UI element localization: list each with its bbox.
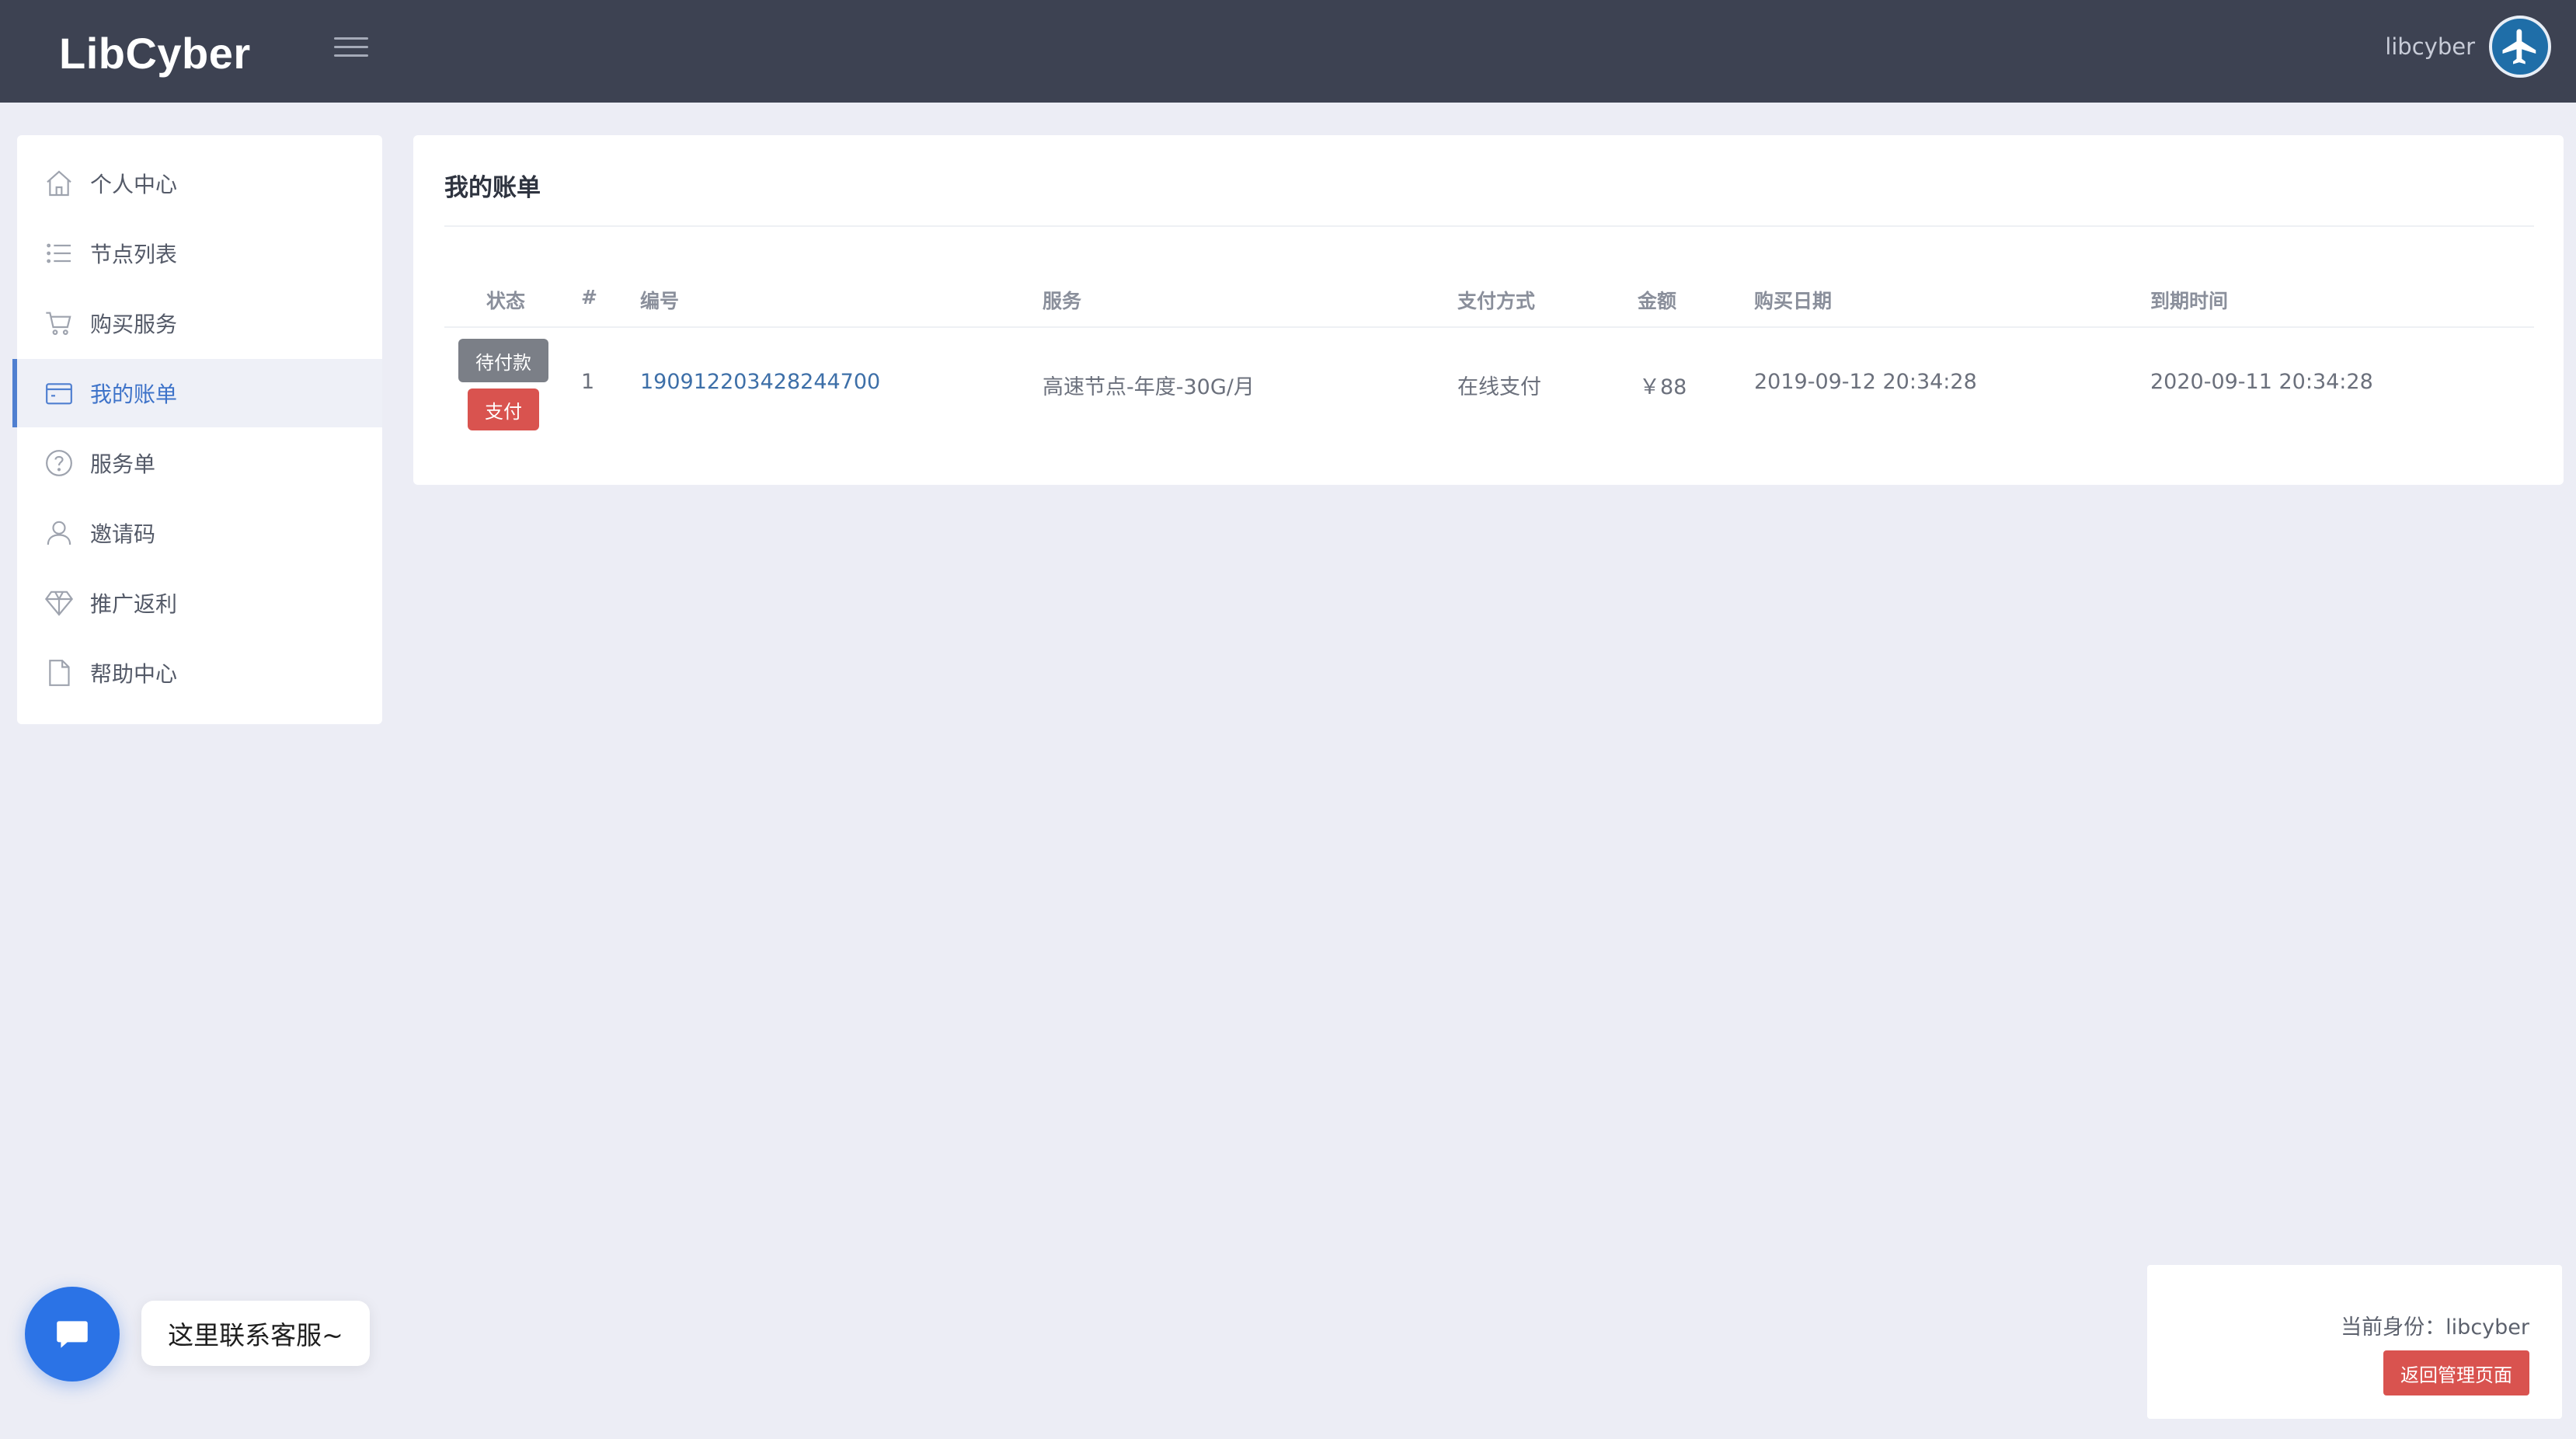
sidebar-item-label: 推广返利 [90,591,178,617]
user-icon [47,521,71,545]
return-admin-button[interactable]: 返回管理页面 [2383,1350,2529,1395]
question-icon [46,450,72,476]
sidebar-item-label: 购买服务 [90,312,178,337]
sidebar-item-label: 个人中心 [90,172,178,197]
amount-cell: ￥88 [1639,375,1687,399]
order-number-link[interactable]: 190912203428244700 [640,370,880,394]
sidebar-item-label: 帮助中心 [90,661,178,687]
column-header-order-no: 编号 [640,290,680,312]
list-icon [47,243,71,263]
column-header-purchase-date: 购买日期 [1754,290,1833,312]
username-label[interactable]: libcyber [2385,33,2475,60]
top-bar: LibCyber libcyber [0,0,2576,103]
column-header-status: 状态 [486,290,526,312]
sidebar: 个人中心 节点列表 购买服务 我的账单 服务单 邀请码 推广返利 帮助中心 [12,135,382,724]
sidebar-item-invite[interactable]: 邀请码 [17,499,382,567]
sidebar-item-tickets[interactable]: 服务单 [17,429,382,497]
sidebar-item-label: 服务单 [90,451,156,477]
sidebar-item-label: 节点列表 [90,242,178,267]
sidebar-item-help[interactable]: 帮助中心 [17,639,382,707]
row-index: 1 [581,370,595,394]
status-badge: 待付款 [458,339,548,382]
column-header-service: 服务 [1043,290,1082,312]
chat-icon [57,1321,88,1348]
column-header-amount: 金额 [1638,290,1677,312]
current-identity-label: 当前身份：libcyber [2341,1315,2529,1340]
home-icon [47,170,71,197]
sidebar-item-shop[interactable]: 购买服务 [17,289,382,357]
pay-button[interactable]: 支付 [468,388,539,430]
column-header-payment: 支付方式 [1457,290,1536,312]
sidebar-item-label: 我的账单 [90,382,178,407]
document-icon [49,660,70,686]
sidebar-item-nodes[interactable]: 节点列表 [17,219,382,287]
brand-logo[interactable]: LibCyber [59,28,251,78]
column-header-expire-date: 到期时间 [2150,290,2229,312]
wallet-icon [46,383,72,405]
airplane-icon [2502,29,2536,64]
page-title: 我的账单 [444,174,541,202]
cart-icon [46,312,71,336]
purchase-date-cell: 2019-09-12 20:34:28 [1754,370,1977,394]
sidebar-item-invoices[interactable]: 我的账单 [12,359,382,427]
service-cell: 高速节点-年度-30G/月 [1043,375,1255,399]
title-divider [444,225,2534,227]
sidebar-item-referral[interactable]: 推广返利 [17,569,382,637]
column-header-index: # [581,286,597,308]
payment-method-cell: 在线支付 [1457,375,1541,399]
avatar[interactable] [2489,16,2551,78]
chat-prompt-bubble[interactable]: 这里联系客服~ [141,1301,370,1366]
invoice-card: 我的账单 状态 # 编号 服务 支付方式 金额 购买日期 到期时间 待付款 支付… [413,135,2564,485]
chat-launcher-button[interactable] [25,1287,120,1382]
diamond-icon [44,591,74,616]
header-divider [444,326,2534,328]
sidebar-item-profile[interactable]: 个人中心 [17,149,382,218]
menu-toggle-icon[interactable] [334,34,368,61]
sidebar-item-label: 邀请码 [90,521,156,547]
identity-panel: 当前身份：libcyber 返回管理页面 [2147,1265,2562,1419]
expire-date-cell: 2020-09-11 20:34:28 [2150,370,2373,394]
